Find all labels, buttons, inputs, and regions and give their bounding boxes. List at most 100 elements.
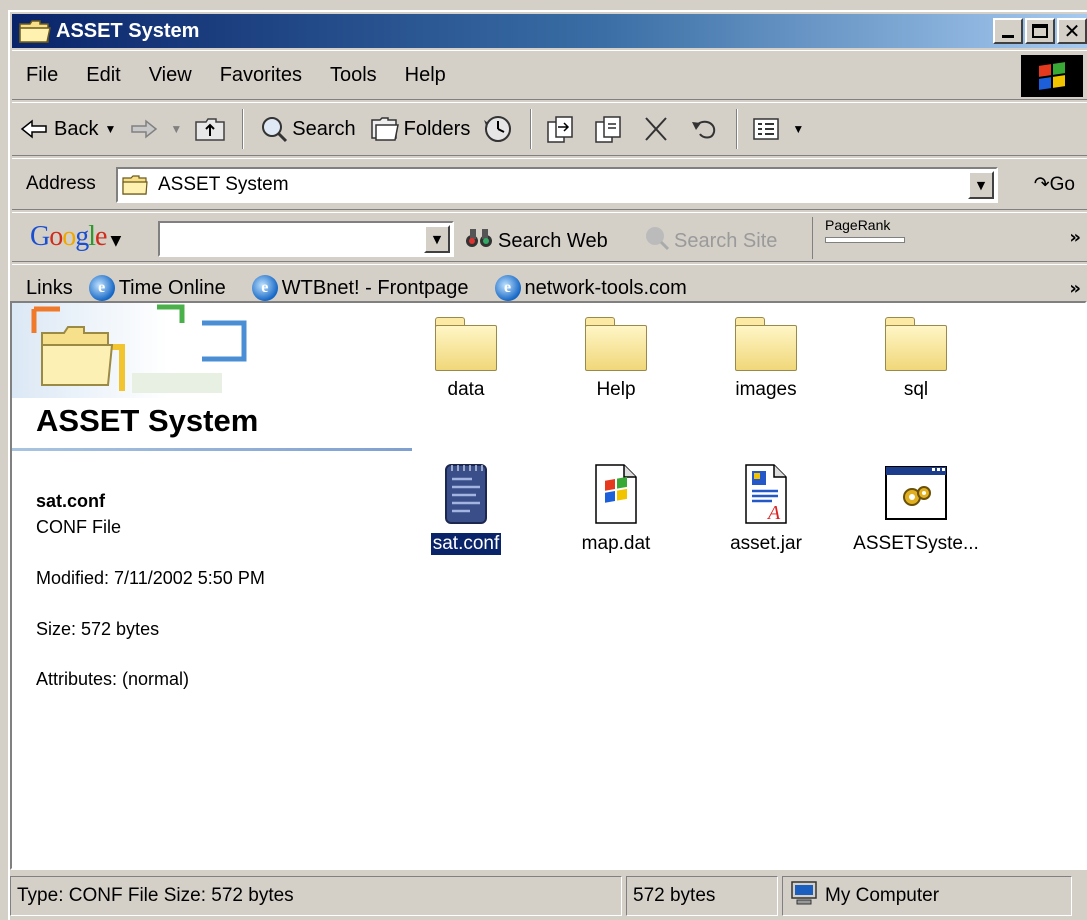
forward-dropdown-icon[interactable]: ▼ — [170, 122, 182, 136]
divider — [12, 448, 412, 451]
selected-file-name: sat.conf — [36, 491, 106, 511]
menu-edit[interactable]: Edit — [72, 64, 134, 87]
folders-button[interactable]: Folders — [362, 107, 477, 151]
google-logo[interactable]: Google ▼ — [30, 221, 121, 253]
undo-button[interactable] — [682, 107, 730, 151]
delete-button[interactable] — [634, 107, 682, 151]
folder-icon — [585, 317, 647, 371]
toolbar-separator — [242, 109, 245, 149]
link-label: network-tools.com — [524, 276, 687, 299]
file-label: sat.conf — [429, 532, 503, 556]
menu-help[interactable]: Help — [391, 64, 460, 87]
up-folder-button[interactable] — [188, 107, 236, 151]
my-computer-icon — [789, 880, 819, 912]
standard-toolbar: Back ▼ ▼ Search Folders ▼ — [12, 102, 1087, 156]
status-type-size: Type: CONF File Size: 572 bytes — [10, 876, 622, 916]
binoculars-icon — [464, 225, 494, 257]
modified-date: Modified: 7/11/2002 5:50 PM — [36, 568, 265, 588]
file-label: sql — [903, 379, 929, 400]
chevron-right-icon[interactable]: » — [1069, 227, 1081, 248]
menu-favorites[interactable]: Favorites — [206, 64, 316, 87]
conf-file-icon — [442, 463, 490, 525]
file-item-assetsystem-exe[interactable]: ASSETSyste... — [841, 463, 991, 555]
windows-logo-icon — [1021, 55, 1083, 97]
ie-icon: e — [88, 275, 115, 301]
pagerank-label: PageRank — [825, 217, 891, 233]
minimize-icon — [1002, 34, 1014, 38]
search-icon — [256, 114, 288, 144]
go-label: Go — [1049, 174, 1075, 195]
folder-icon — [122, 174, 148, 196]
file-item-help[interactable]: Help — [541, 317, 691, 401]
menu-bar: File Edit View Favorites Tools Help — [12, 50, 1087, 100]
link-network-tools[interactable]: e network-tools.com — [494, 275, 687, 301]
address-value: ASSET System — [158, 174, 289, 195]
maximize-icon — [1032, 24, 1048, 38]
jar-file-icon: A — [742, 463, 790, 525]
address-field[interactable]: ASSET System ▼ — [116, 167, 998, 203]
maximize-button[interactable] — [1025, 18, 1055, 44]
content-area[interactable]: ASSET System sat.conf CONF File Modified… — [10, 301, 1087, 870]
menu-tools[interactable]: Tools — [316, 64, 391, 87]
search-web-button[interactable]: Search Web — [464, 225, 608, 257]
ie-icon: e — [494, 275, 521, 301]
menu-file[interactable]: File — [12, 64, 72, 87]
up-folder-icon — [194, 114, 226, 144]
file-item-data[interactable]: data — [391, 317, 541, 401]
status-zone: My Computer — [782, 876, 1072, 916]
search-label: Search — [292, 117, 356, 140]
google-search-input[interactable]: ▼ — [158, 221, 454, 257]
google-menu-dropdown-icon[interactable]: ▼ — [110, 233, 121, 249]
pagerank-bar — [825, 237, 905, 243]
pagerank-indicator: PageRank — [812, 217, 922, 259]
window-title: ASSET System — [56, 19, 200, 42]
back-arrow-icon — [18, 114, 50, 144]
file-label: ASSETSyste... — [853, 533, 979, 554]
move-to-button[interactable] — [538, 107, 586, 151]
svg-text:A: A — [766, 502, 781, 524]
windows-file-icon — [592, 463, 640, 525]
file-item-images[interactable]: images — [691, 317, 841, 401]
menu-view[interactable]: View — [135, 64, 206, 87]
search-site-icon — [644, 225, 670, 257]
search-site-button[interactable]: Search Site — [644, 225, 777, 257]
link-time-online[interactable]: e Time Online — [88, 275, 226, 301]
file-item-sat-conf[interactable]: sat.conf — [391, 463, 541, 556]
file-item-asset-jar[interactable]: A asset.jar — [691, 463, 841, 555]
go-arrow-icon: ↷ — [1033, 174, 1050, 195]
link-label: WTBnet! - Frontpage — [281, 276, 469, 299]
file-size: Size: 572 bytes — [36, 619, 160, 639]
minimize-button[interactable] — [993, 18, 1023, 44]
file-label: map.dat — [581, 533, 651, 554]
folders-label: Folders — [403, 117, 471, 140]
link-label: Time Online — [118, 276, 226, 299]
link-wtbnet[interactable]: e WTBnet! - Frontpage — [251, 275, 469, 301]
views-dropdown-icon[interactable]: ▼ — [792, 122, 804, 136]
chevron-right-icon[interactable]: » — [1069, 278, 1081, 299]
history-icon — [482, 114, 514, 144]
folder-icon — [735, 317, 797, 371]
back-dropdown-icon[interactable]: ▼ — [104, 122, 116, 136]
close-button[interactable]: ✕ — [1057, 18, 1087, 44]
search-web-label: Search Web — [498, 229, 608, 252]
status-bytes: 572 bytes — [626, 876, 778, 916]
close-icon: ✕ — [1063, 19, 1081, 43]
back-button[interactable]: Back ▼ — [12, 107, 122, 151]
file-attributes: Attributes: (normal) — [36, 669, 190, 689]
undo-icon — [688, 114, 720, 144]
google-search-dropdown-button[interactable]: ▼ — [424, 225, 450, 253]
file-item-sql[interactable]: sql — [841, 317, 991, 401]
file-label: Help — [596, 379, 636, 400]
folder-icon — [885, 317, 947, 371]
banner-graphic-icon — [12, 303, 272, 398]
address-dropdown-button[interactable]: ▼ — [968, 171, 994, 199]
search-button[interactable]: Search — [250, 107, 361, 151]
go-button[interactable]: ↷Go — [1034, 173, 1075, 196]
history-button[interactable] — [476, 107, 524, 151]
copy-to-button[interactable] — [586, 107, 634, 151]
views-button[interactable]: ▼ — [744, 107, 810, 151]
file-item-map-dat[interactable]: map.dat — [541, 463, 691, 555]
file-label: asset.jar — [730, 533, 802, 554]
forward-button[interactable]: ▼ — [122, 107, 188, 151]
title-bar[interactable]: ASSET System ✕ — [12, 14, 1087, 48]
